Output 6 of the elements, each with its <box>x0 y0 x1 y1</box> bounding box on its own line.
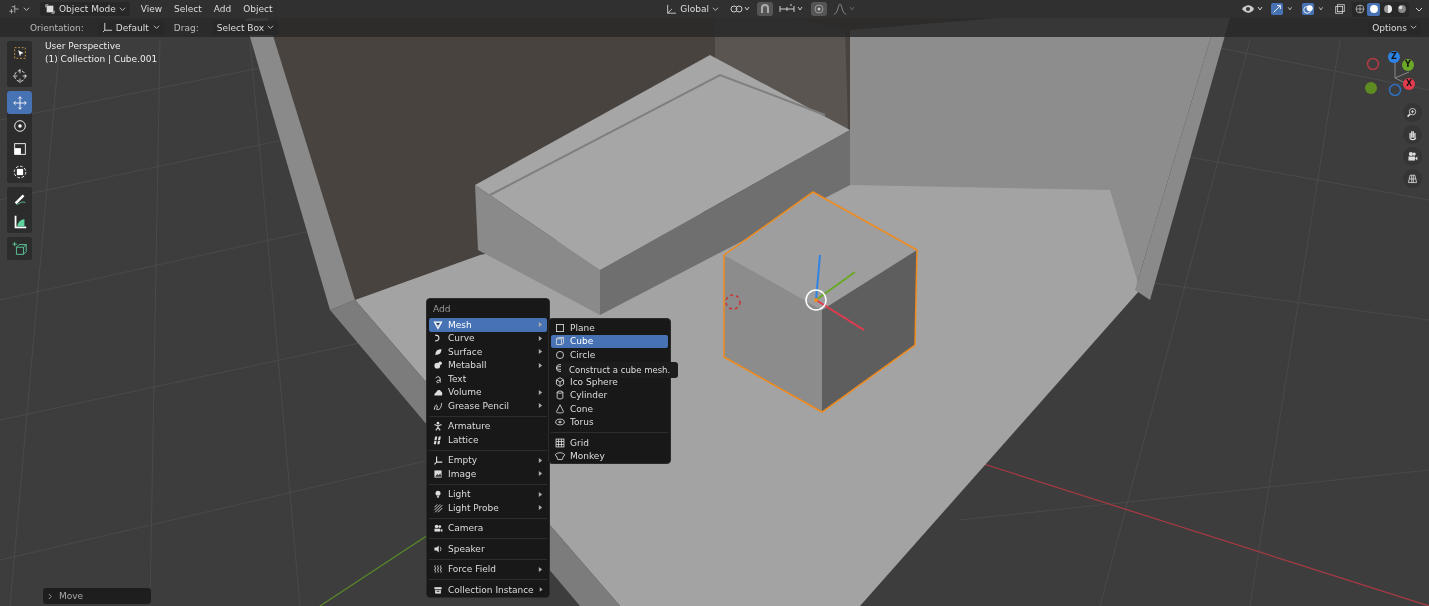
tooltip: Construct a cube mesh. <box>561 362 679 378</box>
menu-title: Add <box>432 303 452 316</box>
viewport-view-label: User Perspective <box>45 41 122 52</box>
drag-label: Drag: <box>173 22 199 33</box>
active-object-label: (1) Collection | Cube.001 <box>45 54 158 65</box>
orientation-label: Orientation: <box>30 22 84 33</box>
